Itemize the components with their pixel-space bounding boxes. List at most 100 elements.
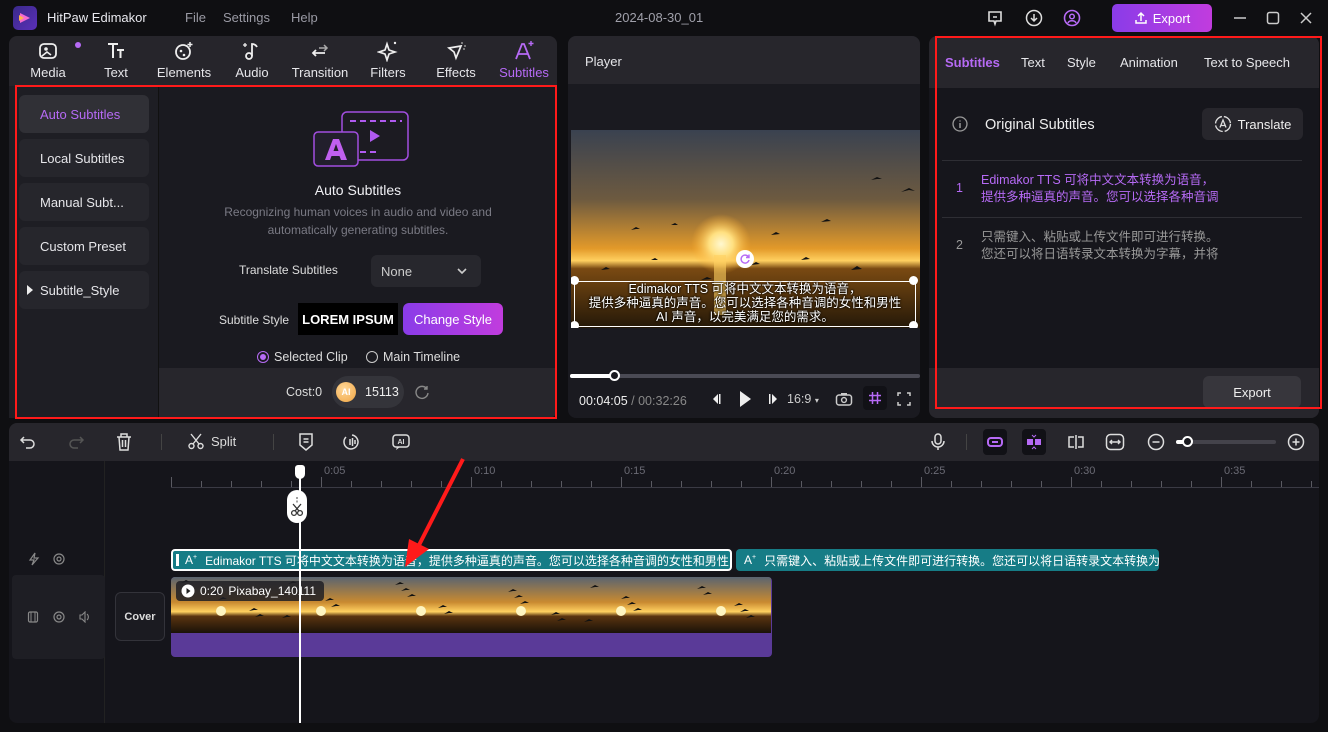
refresh-icon[interactable]	[414, 384, 430, 400]
fullscreen-icon[interactable]	[897, 392, 911, 406]
tool-filters[interactable]: Filters	[354, 40, 422, 84]
play-icon[interactable]	[738, 390, 752, 408]
ruler-minor-tick	[201, 481, 202, 487]
subtitle-style-label: Subtitle Style	[219, 313, 290, 327]
tool-effects[interactable]: Effects	[422, 40, 490, 84]
playback-progress-fill	[570, 374, 615, 378]
info-icon[interactable]	[952, 116, 968, 132]
cover-button[interactable]: Cover	[115, 592, 165, 641]
ruler-minor-tick	[531, 481, 532, 487]
zoom-in-icon[interactable]	[1287, 433, 1305, 451]
subtitles-panel: Media Text Elements Audio Transition Fil…	[9, 36, 557, 418]
track-film-icon[interactable]	[27, 611, 39, 623]
translate-button[interactable]: Translate	[1202, 108, 1303, 140]
marker-icon[interactable]	[298, 432, 314, 452]
effects-icon	[446, 42, 466, 61]
subtitle-entry-2[interactable]: 2 只需键入、粘贴或上传文件即可进行转换。 您还可以将日语转录文本转换为字幕，并…	[942, 218, 1302, 274]
track-visibility-icon[interactable]	[53, 611, 65, 623]
audio-detect-icon[interactable]	[342, 432, 362, 452]
nav-custom-preset[interactable]: Custom Preset	[19, 227, 149, 265]
menu-settings[interactable]: Settings	[223, 10, 270, 25]
playhead-split-button[interactable]	[287, 490, 307, 523]
aspect-ratio-select[interactable]: 16:9 ▾	[787, 392, 819, 406]
playhead-knob[interactable]	[609, 370, 621, 381]
tab-text[interactable]: Text	[1021, 55, 1045, 70]
account-icon[interactable]	[1061, 7, 1083, 29]
tab-subtitles[interactable]: Subtitles	[945, 55, 1000, 70]
microphone-icon[interactable]	[930, 432, 946, 452]
tab-style[interactable]: Style	[1067, 55, 1096, 70]
nav-auto-subtitles[interactable]: Auto Subtitles	[19, 95, 149, 133]
close-button[interactable]	[1294, 6, 1318, 30]
track-visibility-icon[interactable]	[53, 553, 65, 565]
track-effect-icon[interactable]	[27, 552, 41, 566]
clip-trim-handle[interactable]	[176, 554, 179, 566]
translate-language-select[interactable]: None	[371, 255, 481, 287]
timeline-zoom-slider[interactable]	[1176, 436, 1276, 447]
ruler-minor-tick	[891, 481, 892, 487]
next-frame-icon[interactable]	[768, 392, 780, 406]
nav-subtitle-style[interactable]: Subtitle_Style	[19, 271, 149, 309]
camera-icon[interactable]	[835, 391, 853, 407]
menu-help[interactable]: Help	[291, 10, 318, 25]
previous-frame-icon[interactable]	[709, 392, 721, 406]
app-logo	[13, 6, 37, 30]
change-style-button[interactable]: Change Style	[403, 303, 503, 335]
ai-tools-icon[interactable]: AI	[391, 432, 411, 452]
split-view-icon[interactable]	[1066, 434, 1086, 450]
scissors-icon	[188, 433, 204, 450]
subtitle-clip[interactable]: A+ 只需键入、粘贴或上传文件即可进行转换。您还可以将日语转录文本转换为字幕	[736, 549, 1159, 571]
video-thumbnail	[671, 577, 771, 633]
tool-label: Subtitles	[499, 65, 549, 80]
ruler-minor-tick	[261, 481, 262, 487]
tool-subtitles[interactable]: Subtitles	[490, 40, 558, 84]
export-button[interactable]: Export	[1112, 4, 1212, 32]
fit-timeline-icon[interactable]	[1105, 433, 1125, 451]
tab-animation[interactable]: Animation	[1120, 55, 1178, 70]
scope-selected-clip-radio[interactable]: Selected Clip	[257, 350, 348, 364]
zoom-slider-knob[interactable]	[1182, 436, 1193, 447]
split-button[interactable]: Split	[187, 432, 236, 450]
nav-manual-subtitles[interactable]: Manual Subt...	[19, 183, 149, 221]
menu-file[interactable]: File	[185, 10, 206, 25]
tool-text[interactable]: Text	[82, 40, 150, 84]
rotate-handle[interactable]	[736, 250, 754, 268]
redo-icon[interactable]	[67, 433, 85, 451]
tool-label: Elements	[156, 65, 212, 80]
description-line-2: automatically generating subtitles.	[267, 223, 449, 237]
ruler-minor-tick	[501, 481, 502, 487]
description-line-1: Recognizing human voices in audio and vi…	[224, 205, 492, 219]
player-panel: Player Edimakor TTS 可将中文文本转换为语音， 提供多种逼真的…	[568, 36, 920, 418]
link-clips-toggle[interactable]	[983, 429, 1007, 455]
subtitle-entry-1[interactable]: 1 Edimakor TTS 可将中文文本转换为语音， 提供多种逼真的声音。您可…	[942, 161, 1302, 217]
video-clip[interactable]: 0:20 Pixabay_140111	[171, 577, 772, 657]
tool-transition[interactable]: Transition	[286, 40, 354, 84]
magnet-snap-toggle[interactable]	[1022, 429, 1046, 455]
radio-unchecked-icon	[366, 351, 378, 363]
tab-text-to-speech[interactable]: Text to Speech	[1204, 55, 1290, 70]
delete-icon[interactable]	[115, 432, 133, 452]
time-ruler[interactable]: 0:05 0:10 0:15 0:20 0:25 0:30 0:35	[171, 465, 1319, 490]
video-preview[interactable]: Edimakor TTS 可将中文文本转换为语音， 提供多种逼真的声音。您可以选…	[571, 130, 920, 328]
feedback-icon[interactable]	[984, 7, 1006, 29]
download-icon[interactable]	[1023, 7, 1045, 29]
rotate-icon	[740, 254, 750, 264]
tool-audio[interactable]: Audio	[218, 40, 286, 84]
scope-main-timeline-radio[interactable]: Main Timeline	[366, 350, 460, 364]
expand-arrow-icon	[27, 285, 33, 295]
export-subtitles-button[interactable]: Export	[1203, 376, 1301, 408]
minimize-button[interactable]	[1228, 6, 1252, 30]
zoom-out-icon[interactable]	[1147, 433, 1165, 451]
playback-progress-track[interactable]	[570, 370, 920, 381]
ruler-minor-tick	[741, 481, 742, 487]
subtitle-clip-icon: A+	[185, 553, 198, 567]
ruler-major-tick	[171, 477, 172, 487]
tool-media[interactable]: Media	[14, 40, 82, 84]
nav-local-subtitles[interactable]: Local Subtitles	[19, 139, 149, 177]
grid-toggle-button[interactable]	[863, 386, 887, 410]
undo-icon[interactable]	[19, 433, 37, 451]
track-audio-icon[interactable]	[78, 611, 90, 623]
maximize-button[interactable]	[1261, 6, 1285, 30]
split-label: Split	[211, 433, 237, 449]
tool-elements[interactable]: Elements	[150, 40, 218, 84]
